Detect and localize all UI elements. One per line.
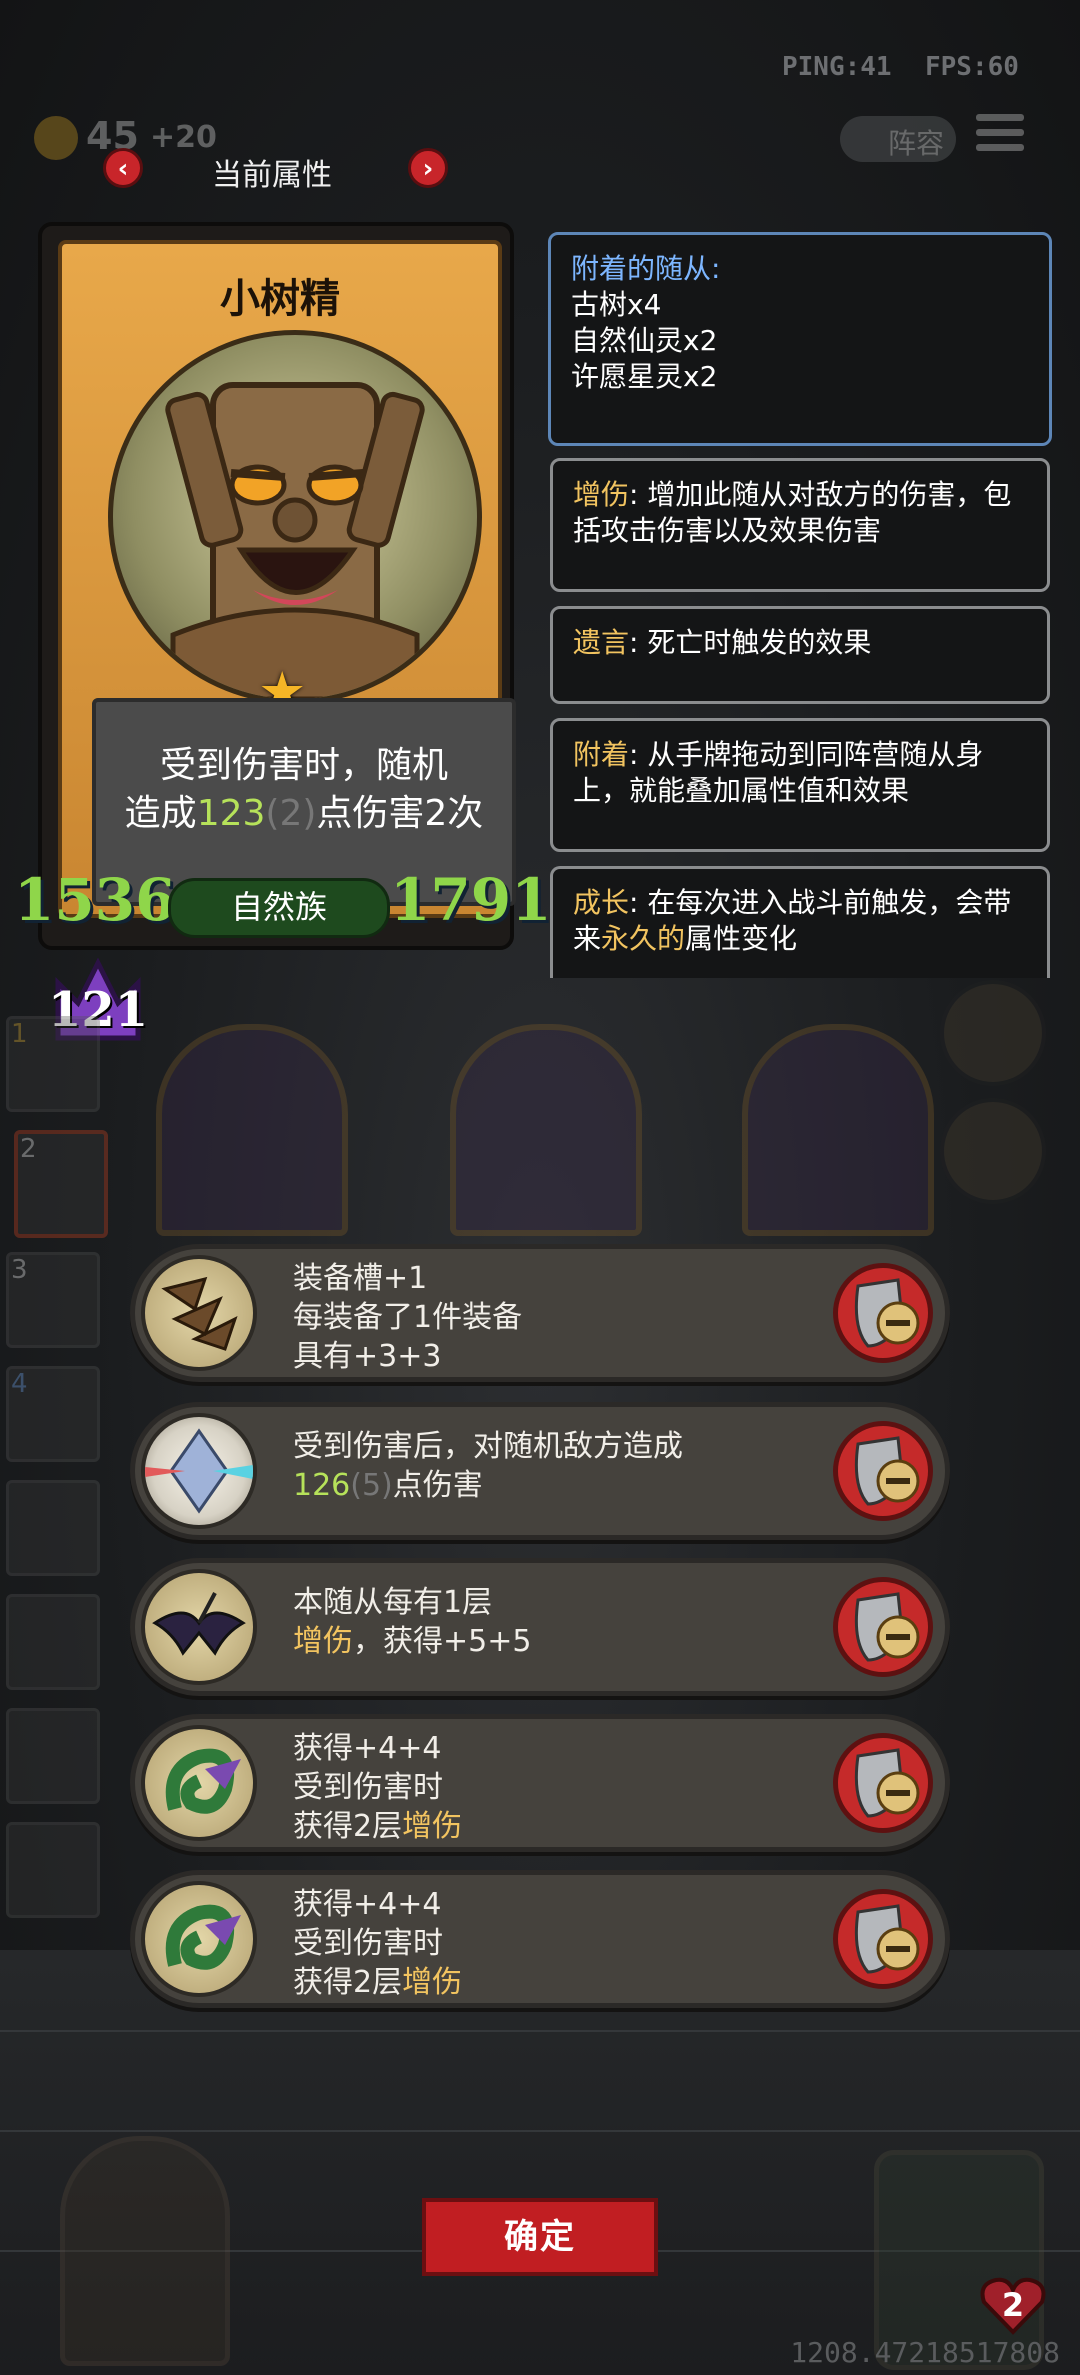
crystal-icon bbox=[141, 1413, 257, 1529]
vine-icon bbox=[141, 1881, 257, 1997]
keyword-tail: 属性变化 bbox=[685, 922, 798, 955]
next-arrow-button[interactable]: › bbox=[408, 148, 448, 188]
bat-icon bbox=[141, 1569, 257, 1685]
effect-text: 受到伤害后，对随机敌方造成 bbox=[293, 1429, 683, 1464]
shield-minus-icon bbox=[854, 1592, 920, 1662]
effect-row: 受到伤害后，对随机敌方造成 126(5)点伤害 bbox=[130, 1402, 950, 1540]
tree-sprite-portrait bbox=[108, 330, 482, 704]
keyword-panel-attach: 附着: 从手牌拖动到同阵营随从身上，就能叠加属性值和效果 bbox=[550, 718, 1050, 852]
attached-item: 古树x4 bbox=[571, 288, 662, 321]
effect-damage-bonus: (5) bbox=[350, 1468, 393, 1503]
hero-health-badge: 2 bbox=[978, 2274, 1048, 2336]
tribe-badge: 自然族 bbox=[168, 878, 390, 938]
fps-readout: FPS:60 bbox=[925, 52, 1019, 82]
remove-effect-button[interactable] bbox=[833, 1889, 933, 1989]
keyword-panel-growth: 成长: 在每次进入战斗前触发，会带来永久的属性变化 bbox=[550, 866, 1050, 978]
effect-text: 获得+4+4 bbox=[293, 1887, 442, 1922]
slot-number: 3 bbox=[11, 1255, 28, 1285]
attached-minions-panel: 附着的随从: 古树x4 自然仙灵x2 许愿星灵x2 bbox=[548, 232, 1052, 446]
effect-text: 本随从每有1层 bbox=[293, 1585, 493, 1620]
shield-minus-icon bbox=[854, 1904, 920, 1974]
attached-title: 附着的随从: bbox=[571, 252, 721, 285]
keyword-text: : 增加此随从对敌方的伤害，包括攻击伤害以及效果伤害 bbox=[573, 478, 1012, 547]
effect-row: 装备槽+1 每装备了1件装备 具有+3+3 bbox=[130, 1244, 950, 1382]
side-minion-list: 1 2 3 4 bbox=[0, 1000, 108, 1920]
desc-damage-value: 123 bbox=[196, 793, 266, 834]
panel-title: 当前属性 bbox=[212, 158, 332, 193]
coin-icon bbox=[34, 116, 78, 160]
effect-row: 获得+4+4 受到伤害时 获得2层增伤 bbox=[130, 1870, 950, 2008]
remove-effect-button[interactable] bbox=[833, 1577, 933, 1677]
remove-effect-button[interactable] bbox=[833, 1421, 933, 1521]
effect-text: 每装备了1件装备 bbox=[293, 1300, 523, 1335]
lineup-label: 阵容 bbox=[888, 127, 945, 160]
keyword-highlight: 永久的 bbox=[601, 922, 686, 955]
menu-icon[interactable] bbox=[976, 114, 1024, 158]
keyword-name: 附着 bbox=[573, 738, 630, 771]
item-slot-icon bbox=[940, 980, 1046, 1086]
desc-suffix: 点伤害2次 bbox=[316, 793, 484, 834]
attached-item: 自然仙灵x2 bbox=[571, 324, 718, 357]
hero-health-value: 2 bbox=[1001, 2286, 1025, 2324]
effect-row: 获得+4+4 受到伤害时 获得2层增伤 bbox=[130, 1714, 950, 1852]
board-minion-card bbox=[156, 1024, 348, 1236]
keyword-name: 遗言 bbox=[573, 626, 630, 659]
keyword-panel-damage-boost: 增伤: 增加此随从对敌方的伤害，包括攻击伤害以及效果伤害 bbox=[550, 458, 1050, 592]
attached-item: 许愿星灵x2 bbox=[571, 360, 718, 393]
prev-arrow-button[interactable]: ‹ bbox=[103, 148, 143, 188]
desc-line-1: 受到伤害时，随机 bbox=[159, 745, 448, 786]
remove-effect-button[interactable] bbox=[833, 1733, 933, 1833]
confirm-button[interactable]: 确定 bbox=[422, 2198, 658, 2276]
vine-icon bbox=[141, 1725, 257, 1841]
confirm-label: 确定 bbox=[504, 2217, 576, 2257]
minion-name: 小树精 bbox=[220, 276, 340, 322]
remove-effect-button[interactable] bbox=[833, 1263, 933, 1363]
keyword-panel-deathrattle: 遗言: 死亡时触发的效果 bbox=[550, 606, 1050, 704]
item-slot-icon bbox=[940, 1098, 1046, 1204]
effect-keyword: 增伤 bbox=[402, 1965, 463, 2000]
effect-text: ，获得+5+5 bbox=[353, 1624, 532, 1659]
health-value: 1791 bbox=[390, 866, 552, 934]
effect-text: 具有+3+3 bbox=[293, 1339, 442, 1374]
desc-damage-bonus: (2) bbox=[265, 793, 317, 834]
shield-minus-icon bbox=[854, 1436, 920, 1506]
effect-damage-value: 126 bbox=[293, 1468, 351, 1503]
slot-number: 4 bbox=[11, 1369, 28, 1399]
effect-keyword: 增伤 bbox=[402, 1809, 463, 1844]
board-minion-card bbox=[742, 1024, 934, 1236]
card-frame: 小树精 ★ 受到伤害时，随机 造成123(2)点伤害2次 bbox=[58, 240, 516, 918]
effect-text: 受到伤害时 bbox=[293, 1926, 443, 1961]
lineup-button[interactable]: 阵容 bbox=[840, 116, 956, 162]
keyword-name: 成长 bbox=[573, 886, 630, 919]
effect-text: 受到伤害时 bbox=[293, 1770, 443, 1805]
desc-prefix: 造成 bbox=[124, 793, 197, 834]
effect-text: 点伤害 bbox=[392, 1468, 483, 1503]
keyword-text: : 死亡时触发的效果 bbox=[629, 626, 872, 659]
footer-id: 1208.47218517808 bbox=[790, 2336, 1060, 2369]
effect-text: 装备槽+1 bbox=[293, 1261, 428, 1296]
slot-number: 2 bbox=[20, 1134, 37, 1164]
effect-keyword: 增伤 bbox=[293, 1624, 353, 1659]
keyword-name: 增伤 bbox=[573, 478, 630, 511]
effect-text: 获得2层 bbox=[293, 1965, 403, 2000]
slot-number: 1 bbox=[11, 1019, 28, 1049]
claws-icon bbox=[141, 1255, 257, 1371]
ping-readout: PING:41 bbox=[782, 52, 892, 82]
coin-bonus: +20 bbox=[150, 120, 217, 155]
effect-row: 本随从每有1层 增伤，获得+5+5 bbox=[130, 1558, 950, 1696]
tribe-label: 自然族 bbox=[230, 888, 327, 926]
shield-minus-icon bbox=[854, 1278, 920, 1348]
tree-face-icon bbox=[165, 382, 425, 699]
minion-card: 小树精 ★ 受到伤害时，随机 造成123(2)点伤害2次 1536 自然族 17… bbox=[14, 222, 551, 950]
keyword-text: : 从手牌拖动到同阵营随从身上，就能叠加属性值和效果 bbox=[573, 738, 984, 807]
attack-value: 1536 bbox=[14, 866, 176, 934]
effect-text: 获得+4+4 bbox=[293, 1731, 442, 1766]
shop-tavern-icon bbox=[60, 2136, 230, 2366]
board-minion-card bbox=[450, 1024, 642, 1236]
effect-text: 获得2层 bbox=[293, 1809, 403, 1844]
shield-minus-icon bbox=[854, 1748, 920, 1818]
